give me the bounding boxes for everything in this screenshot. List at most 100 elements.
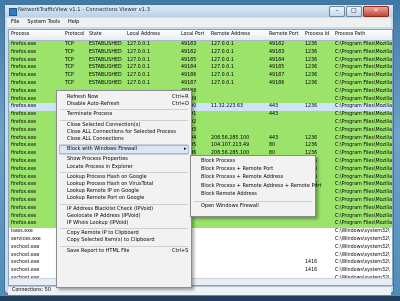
cell-process: firefox.exe bbox=[11, 190, 37, 196]
cell-process-path: C:\Program Files\Mozilla Fi... bbox=[335, 205, 393, 211]
cell-process: firefox.exe bbox=[11, 166, 37, 172]
cell-remote-address: 208.56.285.100 bbox=[211, 135, 250, 141]
submenu-item[interactable]: Block Remote Address bbox=[201, 191, 257, 198]
taskbar bbox=[0, 296, 400, 301]
cell-protocol: TCP bbox=[65, 49, 74, 55]
table-row[interactable]: firefox.exe TCP ESTABLISHED 127.0.0.1 49187 1… bbox=[9, 80, 392, 88]
context-menu-item[interactable]: Geolocate IP Address (IPVoid) bbox=[67, 213, 141, 220]
context-menu-item[interactable]: Block with Windows Firewall bbox=[67, 146, 137, 153]
cell-process: firefox.exe bbox=[11, 65, 37, 71]
cell-remote-address: 127.0.0.1 bbox=[211, 49, 234, 55]
minimize-button[interactable]: – bbox=[329, 6, 345, 17]
context-menu-item[interactable]: Copy Remote IP to Clipboard bbox=[67, 230, 139, 237]
cell-remote-address: 11.32.223.63 bbox=[211, 104, 244, 110]
column-header-local-port[interactable]: Local Port bbox=[181, 31, 204, 39]
cell-local-port: 49184 bbox=[181, 65, 197, 71]
context-menu-item[interactable]: Disable Auto-Refresh bbox=[67, 101, 120, 108]
cell-process-path: C:\Windows\system32\ bbox=[335, 268, 390, 274]
menu-bar: File System Tools Help bbox=[7, 18, 391, 27]
menu-separator bbox=[60, 203, 188, 205]
cell-process-path: C:\Windows\system32\ bbox=[335, 229, 390, 235]
column-header-process-path[interactable]: Process Path bbox=[335, 31, 365, 39]
cell-process-path: C:\Program Files\Mozilla Fi... bbox=[335, 166, 393, 172]
submenu-item[interactable]: Open Windows Firewall bbox=[201, 203, 259, 210]
context-menu-item[interactable]: Close Selected Connection(s) bbox=[67, 122, 140, 129]
submenu-item[interactable]: Block Process + Remote Address + Remote … bbox=[201, 183, 321, 190]
cell-process-path: C:\Program Files\Mozilla Fi... bbox=[335, 159, 393, 164]
menu-system-tools[interactable]: System Tools bbox=[23, 18, 64, 27]
cell-process-id: 1236 bbox=[305, 143, 318, 149]
cell-process: firefox.exe bbox=[11, 57, 37, 63]
submenu-item[interactable]: Block Process + Remote Port bbox=[201, 166, 273, 173]
column-header-local-address[interactable]: Local Address bbox=[127, 31, 160, 39]
cell-local-port: 49185 bbox=[181, 57, 197, 63]
table-row[interactable]: firefox.exe TCP ESTABLISHED 127.0.0.1 49182 1… bbox=[9, 48, 392, 57]
cell-process: firefox.exe bbox=[11, 182, 37, 188]
cell-protocol: TCP bbox=[65, 73, 74, 79]
cell-state: ESTABLISHED bbox=[89, 73, 122, 79]
context-menu-item[interactable]: IP Address Blacklist Check (IPVoid) bbox=[67, 206, 153, 213]
table-row[interactable]: firefox.exe TCP ESTABLISHED 127.0.0.1 49185 1… bbox=[9, 56, 392, 65]
cell-process-id: 1236 bbox=[305, 65, 318, 71]
table-row[interactable]: firefox.exe TCP ESTABLISHED 127.0.0.1 49184 1… bbox=[9, 64, 392, 73]
table-row[interactable]: firefox.exe TCP ESTABLISHED 127.0.0.1 49183 1… bbox=[9, 41, 392, 49]
context-menu-item[interactable]: Refresh Now bbox=[67, 94, 98, 101]
cell-process-id: 1236 bbox=[305, 57, 318, 63]
context-menu-item[interactable]: Copy Selected Item(s) to Clipboard bbox=[67, 237, 155, 244]
context-menu-item[interactable]: Close ALL Connections for Selected Proce… bbox=[67, 129, 176, 136]
cell-process: firefox.exe bbox=[11, 96, 37, 102]
cell-remote-port: 80 bbox=[269, 143, 276, 149]
connection-count: Connections: 50 bbox=[12, 288, 51, 293]
context-menu-item[interactable]: Show Process Properties bbox=[67, 156, 128, 163]
context-menu-item[interactable]: Close ALL Connections bbox=[67, 136, 124, 143]
context-menu-item[interactable]: Lookup Remote Port on Google bbox=[67, 195, 144, 202]
menu-separator bbox=[60, 245, 188, 247]
title-bar[interactable]: NetworkTrafficView v1.1 - Connections Vi… bbox=[5, 5, 393, 17]
context-menu-item[interactable]: Terminate Process bbox=[67, 111, 112, 118]
cell-process-path: C:\Program Files\Mozilla Fi... bbox=[335, 81, 393, 86]
cell-process: svchost.exe bbox=[11, 244, 40, 250]
cell-local-port: 49186 bbox=[181, 73, 197, 79]
context-menu-item[interactable]: Lookup Remote IP on Google bbox=[67, 188, 139, 195]
close-button[interactable]: ✕ bbox=[363, 6, 389, 17]
cell-remote-address: 127.0.0.1 bbox=[211, 81, 234, 86]
context-menu-item[interactable]: Lookup Process Hash on Google bbox=[67, 174, 147, 181]
submenu-item[interactable]: Block Process bbox=[201, 158, 235, 165]
column-header-state[interactable]: State bbox=[89, 31, 102, 39]
cell-state: ESTABLISHED bbox=[89, 65, 122, 71]
menu-separator bbox=[60, 228, 188, 230]
context-menu: Refresh Now Ctrl+R Disable Auto-Refresh Ctr… bbox=[56, 90, 192, 288]
column-header-process-id[interactable]: Process Id bbox=[305, 31, 329, 39]
column-header-process[interactable]: Process bbox=[11, 31, 29, 39]
column-header-protocol[interactable]: Protocol bbox=[65, 31, 84, 39]
cell-process-path: C:\Program Files\Mozilla Fi... bbox=[335, 96, 393, 102]
cell-local-address: 127.0.0.1 bbox=[127, 65, 150, 71]
context-menu-item[interactable]: Locate Process in Explorer bbox=[67, 164, 133, 171]
context-menu-item[interactable]: IP Whois Lookup (IPVoid) bbox=[67, 220, 128, 227]
context-menu-item[interactable]: Save Report to HTML File bbox=[67, 248, 130, 255]
cell-process-path: C:\Program Files\Mozilla Fi... bbox=[335, 120, 393, 125]
cell-process: svchost.exe bbox=[11, 252, 40, 258]
cell-remote-port: 49186 bbox=[269, 81, 285, 86]
cell-process: firefox.exe bbox=[11, 174, 37, 180]
cell-process: firefox.exe bbox=[11, 127, 37, 133]
cell-process: firefox.exe bbox=[11, 198, 37, 203]
column-header-remote-address[interactable]: Remote Address bbox=[211, 31, 250, 39]
cell-process-id: 1416 bbox=[305, 268, 318, 274]
cell-state: ESTABLISHED bbox=[89, 42, 122, 47]
maximize-button[interactable]: □ bbox=[346, 6, 362, 17]
cell-state: ESTABLISHED bbox=[89, 49, 122, 55]
cell-remote-port: 49187 bbox=[269, 73, 285, 79]
cell-state: ESTABLISHED bbox=[89, 81, 122, 86]
cell-process-id: 1416 bbox=[305, 260, 318, 266]
submenu-item[interactable]: Block Process + Remote Address bbox=[201, 174, 283, 181]
context-menu-item[interactable]: Lookup Process Hash on VirusTotal bbox=[67, 181, 153, 188]
menu-separator bbox=[194, 201, 312, 202]
menu-help[interactable]: Help bbox=[64, 18, 83, 27]
menu-shortcut: Ctrl+D bbox=[172, 101, 189, 108]
table-row[interactable]: firefox.exe TCP ESTABLISHED 127.0.0.1 49186 1… bbox=[9, 72, 392, 81]
column-header-remote-port[interactable]: Remote Port bbox=[269, 31, 299, 39]
cell-process: lsass.exe bbox=[11, 229, 33, 235]
menu-file[interactable]: File bbox=[7, 18, 23, 27]
cell-protocol: TCP bbox=[65, 42, 74, 47]
